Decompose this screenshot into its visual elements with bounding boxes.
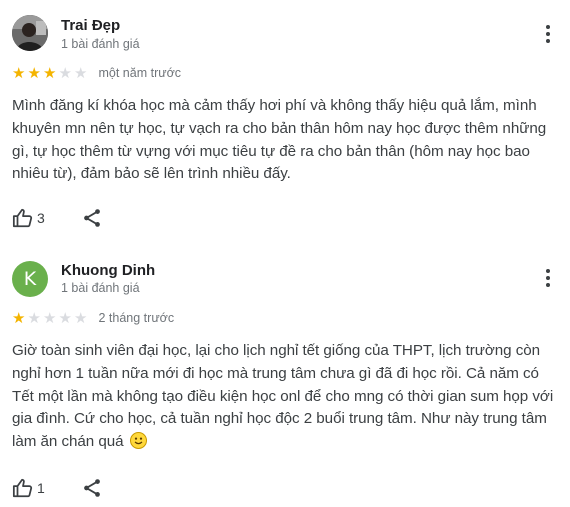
review-text-body: Giờ toàn sinh viên đại học, lại cho lịch…	[12, 342, 554, 451]
reviewer-name[interactable]: Trai Đẹp	[61, 17, 120, 34]
more-options-button[interactable]	[544, 269, 552, 289]
reviewer-review-count: 1 bài đánh giá	[61, 281, 140, 295]
reviewer-review-count: 1 bài đánh giá	[61, 37, 140, 51]
share-button[interactable]	[81, 477, 103, 499]
smiley-emoji-icon	[129, 432, 147, 450]
star-icon: ★	[43, 309, 57, 327]
star-icon: ★	[12, 64, 26, 82]
star-icon: ★	[43, 64, 57, 82]
like-button[interactable]: 3	[12, 207, 45, 229]
reviewer-name[interactable]: Khuong Dinh	[61, 262, 155, 279]
more-vert-icon	[546, 25, 550, 29]
share-button[interactable]	[81, 207, 103, 229]
thumb-up-icon	[12, 208, 33, 228]
star-icon: ★	[58, 309, 72, 327]
avatar[interactable]	[12, 15, 48, 51]
like-button[interactable]: 1	[12, 477, 45, 499]
review-text: Giờ toàn sinh viên đại học, lại cho lịch…	[12, 340, 562, 454]
review-actions: 1	[12, 476, 103, 500]
share-icon	[83, 479, 100, 497]
star-rating: ★ ★ ★ ★ ★	[12, 310, 90, 326]
star-icon: ★	[74, 309, 88, 327]
like-count: 3	[37, 210, 45, 226]
like-count: 1	[37, 480, 45, 496]
review-actions: 3	[12, 206, 103, 230]
more-vert-icon	[546, 269, 550, 273]
avatar[interactable]: K	[12, 261, 48, 297]
thumb-up-icon	[12, 478, 33, 498]
star-icon: ★	[27, 64, 41, 82]
star-icon: ★	[74, 64, 88, 82]
star-icon: ★	[27, 309, 41, 327]
review-text: Mình đăng kí khóa học mà cảm thấy hơi ph…	[12, 97, 547, 183]
star-icon: ★	[58, 64, 72, 82]
review-time: 2 tháng trước	[98, 311, 175, 325]
star-rating: ★ ★ ★ ★ ★	[12, 65, 90, 81]
review-time: một năm trước	[98, 66, 182, 80]
more-options-button[interactable]	[544, 25, 552, 45]
rating-row: ★ ★ ★ ★ ★ 2 tháng trước	[12, 310, 174, 326]
rating-row: ★ ★ ★ ★ ★ một năm trước	[12, 65, 181, 81]
star-icon: ★	[12, 309, 26, 327]
share-icon	[83, 209, 100, 227]
